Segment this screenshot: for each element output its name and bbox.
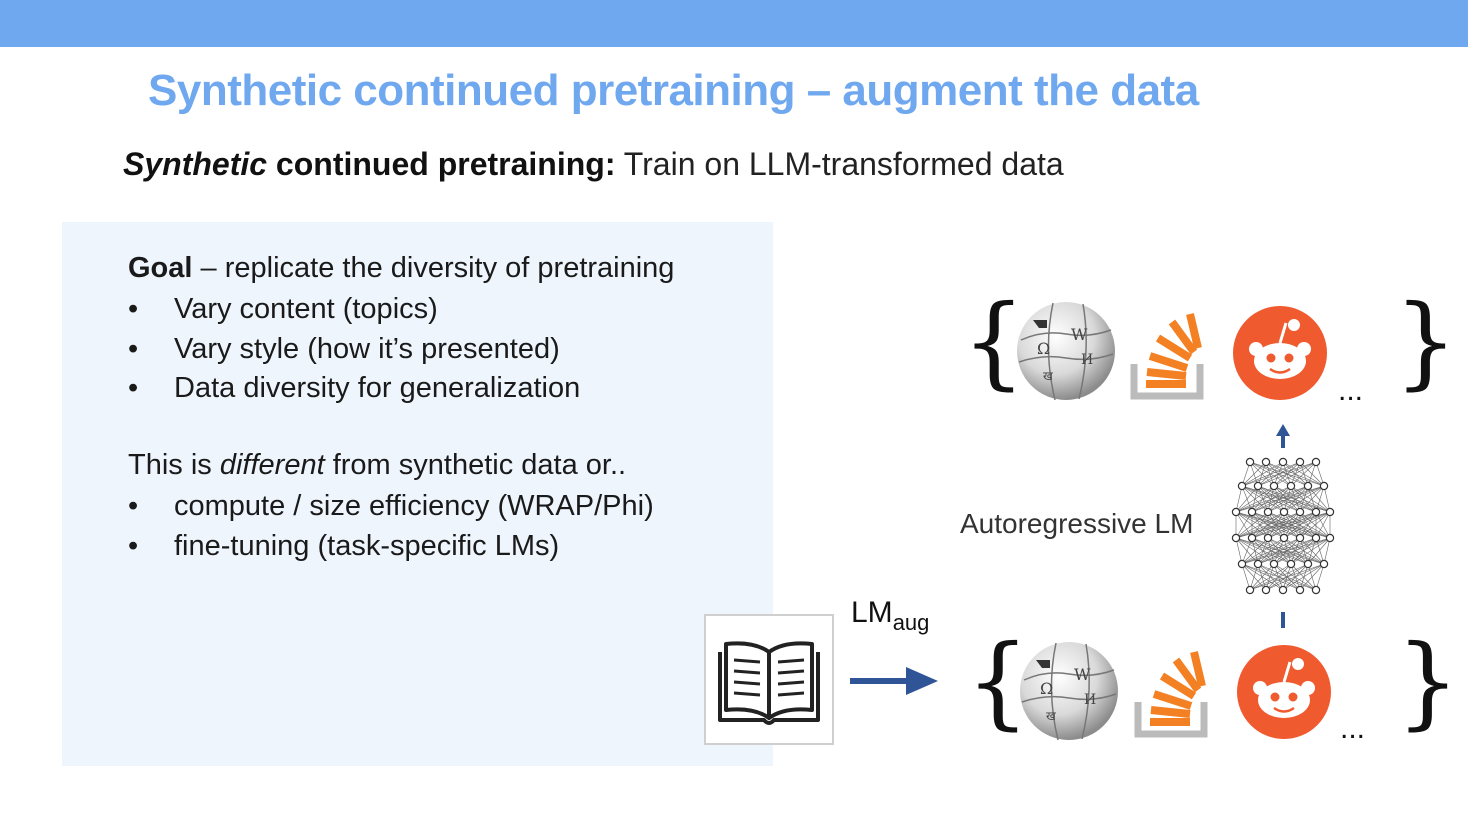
network-node [1261, 585, 1271, 595]
network-node [1319, 481, 1329, 491]
difference-list: • compute / size efficiency (WRAP/Phi) • f… [128, 487, 654, 566]
network-node [1231, 507, 1241, 517]
wikipedia-globe-icon: Ω W И ख [1020, 642, 1118, 741]
brace-close-bottom: } [1396, 623, 1460, 740]
network-node [1263, 533, 1273, 543]
reddit-icon [1237, 645, 1331, 739]
book-icon [718, 641, 820, 725]
svg-text:W: W [1071, 325, 1088, 344]
list-item-text: compute / size efficiency (WRAP/Phi) [174, 490, 654, 522]
augment-arrow-icon [850, 667, 938, 695]
diff-post: from synthetic data or.. [324, 449, 627, 481]
list-item: • fine-tuning (task-specific LMs) [128, 527, 654, 567]
ellipsis-bottom: ... [1340, 712, 1366, 745]
network-node [1311, 457, 1321, 467]
network-node [1295, 585, 1305, 595]
network-node [1269, 559, 1279, 569]
network-node [1237, 481, 1247, 491]
network-node [1311, 585, 1321, 595]
bullet-icon: • [128, 490, 139, 522]
network-node [1311, 507, 1321, 517]
list-item-text: fine-tuning (task-specific LMs) [174, 529, 560, 562]
network-node [1245, 585, 1255, 595]
svg-text:ख: ख [1043, 369, 1053, 383]
stackoverflow-icon [1130, 313, 1204, 400]
wikipedia-globe-icon: Ω W И ख [1017, 302, 1115, 401]
network-node [1253, 559, 1263, 569]
lm-sub: aug [892, 610, 930, 635]
network-node [1311, 533, 1321, 543]
network-node [1286, 481, 1296, 491]
network-node [1279, 507, 1289, 517]
goal-list: • Vary content (topics) • Vary style (how … [128, 290, 580, 409]
difference-heading: This is different from synthetic data or… [128, 449, 626, 482]
network-node [1325, 533, 1335, 543]
reddit-icon [1233, 306, 1327, 400]
ellipsis-top: ... [1338, 374, 1364, 407]
lm-main: LM [851, 596, 893, 629]
goal-rest: – replicate the diversity of pretraining [192, 252, 675, 284]
diff-italic: different [219, 449, 325, 481]
slide-title: Synthetic continued pretraining – augmen… [148, 66, 1199, 115]
list-item: • Vary content (topics) [128, 290, 580, 330]
diff-pre: This is [128, 449, 220, 481]
network-node [1319, 559, 1329, 569]
svg-text:И: И [1084, 692, 1096, 708]
network-node [1279, 533, 1289, 543]
bullet-icon: • [128, 372, 139, 404]
subtitle-bold: continued pretraining: [267, 146, 616, 182]
network-node [1295, 507, 1305, 517]
svg-text:Ω: Ω [1040, 679, 1053, 698]
network-node [1295, 457, 1305, 467]
network-node [1237, 559, 1247, 569]
network-node [1247, 507, 1257, 517]
network-node [1325, 507, 1335, 517]
network-node [1286, 559, 1296, 569]
lm-aug-label: LMaug [851, 596, 929, 636]
list-item: • compute / size efficiency (WRAP/Phi) [128, 487, 654, 527]
bullet-icon: • [128, 332, 139, 365]
list-item-text: Vary style (how it’s presented) [174, 332, 560, 365]
network-node [1278, 457, 1288, 467]
network-node [1303, 481, 1313, 491]
list-item-text: Data diversity for generalization [174, 372, 581, 404]
autoregressive-lm-label: Autoregressive LM [960, 508, 1194, 539]
network-node [1247, 533, 1257, 543]
brace-close-top: } [1394, 283, 1458, 400]
list-item: • Vary style (how it’s presented) [128, 330, 580, 370]
top-banner [0, 0, 1468, 47]
goal-heading: Goal – replicate the diversity of pretra… [128, 252, 674, 285]
network-node [1245, 457, 1255, 467]
network-node [1278, 585, 1288, 595]
list-item-text: Vary content (topics) [174, 293, 438, 325]
slide-subtitle: Synthetic continued pretraining: Train o… [123, 146, 1064, 183]
subtitle-rest: Train on LLM-transformed data [615, 146, 1064, 182]
source-document-box [704, 614, 834, 745]
network-node [1231, 533, 1241, 543]
network-node [1295, 533, 1305, 543]
goal-bold: Goal [128, 252, 193, 284]
subtitle-italic-bold: Synthetic [123, 146, 268, 182]
network-node [1303, 559, 1313, 569]
svg-text:Ω: Ω [1037, 339, 1050, 358]
bullet-icon: • [128, 529, 139, 562]
network-node [1263, 507, 1273, 517]
stackoverflow-icon [1134, 651, 1208, 738]
svg-text:ख: ख [1046, 709, 1056, 723]
list-item: • Data diversity for generalization [128, 369, 580, 409]
network-node [1261, 457, 1271, 467]
neural-network-icon [1231, 424, 1335, 628]
network-node [1253, 481, 1263, 491]
network-node [1269, 481, 1279, 491]
bullet-icon: • [128, 293, 139, 325]
svg-text:И: И [1081, 352, 1093, 368]
svg-text:W: W [1074, 665, 1091, 684]
